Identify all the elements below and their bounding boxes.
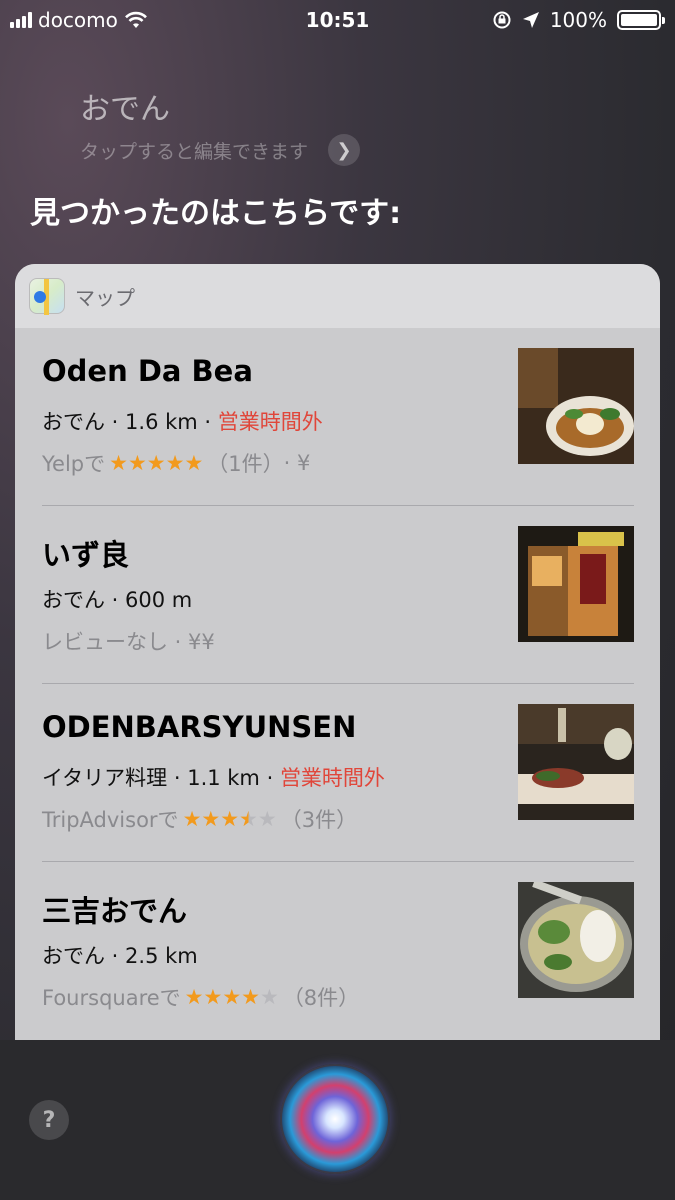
place-distance: 2.5 km — [125, 944, 198, 968]
review-count: （8件） — [282, 986, 360, 1010]
rating-stars: ★★★★★ — [109, 451, 203, 475]
star-icon: ★ — [146, 451, 166, 475]
battery-icon — [617, 10, 665, 30]
review-source: Yelpで — [42, 452, 106, 476]
place-category: おでん — [42, 944, 105, 968]
place-review: Foursquareで ★★★★★ （8件） — [42, 982, 359, 1012]
review-count: （1件） — [207, 452, 284, 476]
place-info: おでん · 1.6 km · 営業時間外 — [42, 410, 323, 434]
star-icon: ★ — [201, 807, 221, 831]
maps-app-icon — [29, 278, 65, 315]
card-header[interactable]: マップ — [15, 264, 660, 328]
star-icon: ★ — [257, 807, 277, 831]
status-bar: docomo 10:51 100% — [0, 0, 675, 40]
place-status: 営業時間外 — [217, 410, 323, 434]
star-icon: ★ — [222, 985, 242, 1009]
help-button[interactable]: ? — [29, 1100, 69, 1140]
status-right: 100% — [492, 8, 665, 32]
price-level: · ¥ — [283, 451, 311, 475]
review-text: レビューなし · ¥¥ — [42, 630, 215, 654]
star-icon: ★ — [127, 451, 147, 475]
siri-query[interactable]: おでん — [80, 84, 170, 128]
review-source: TripAdvisorで — [42, 808, 179, 832]
place-name: 三吉おでん — [42, 894, 188, 928]
place-photo — [518, 704, 634, 820]
place-result[interactable]: いず良 おでん · 600 m レビューなし · ¥¥ — [42, 506, 634, 684]
review-source: Foursquareで — [42, 986, 181, 1010]
rating-stars: ★★★★★ — [183, 807, 277, 831]
place-photo — [518, 348, 634, 464]
maps-results-card: マップ Oden Da Bea おでん · 1.6 km · 営業時間外 Yel… — [15, 264, 660, 1054]
edit-hint: タップすると編集できます — [80, 140, 309, 163]
star-icon: ★ — [165, 451, 185, 475]
star-icon: ★ — [241, 985, 260, 1009]
place-distance: 1.6 km — [125, 410, 198, 434]
place-category: おでん — [42, 410, 105, 434]
battery-percent: 100% — [549, 8, 607, 32]
place-result[interactable]: 三吉おでん おでん · 2.5 km Foursquareで ★★★★★ （8件… — [42, 862, 634, 1040]
card-app-name: マップ — [75, 285, 135, 310]
edit-hint-row[interactable]: タップすると編集できます ❯ — [80, 134, 361, 166]
place-review: Yelpで ★★★★★ （1件） · ¥ — [42, 448, 310, 478]
place-result[interactable]: ODENBARSYUNSEN イタリア料理 · 1.1 km · 営業時間外 T… — [42, 684, 634, 862]
place-info: イタリア料理 · 1.1 km · 営業時間外 — [42, 766, 385, 790]
star-icon: ★ — [182, 807, 202, 831]
star-icon: ★ — [184, 451, 204, 475]
place-review: レビューなし · ¥¥ — [42, 626, 215, 656]
star-icon: ★ — [203, 985, 223, 1009]
chevron-right-icon[interactable]: ❯ — [328, 134, 361, 166]
star-icon: ★ — [109, 451, 128, 475]
place-name: ODENBARSYUNSEN — [42, 710, 357, 744]
place-category: おでん — [42, 588, 105, 612]
review-count: （3件） — [280, 808, 358, 832]
rating-stars: ★★★★★ — [185, 985, 279, 1009]
star-icon: ★ — [259, 985, 279, 1009]
location-arrow-icon — [522, 12, 539, 28]
place-distance: 600 m — [125, 588, 193, 612]
place-info: おでん · 600 m — [42, 588, 193, 612]
place-name: Oden Da Bea — [42, 354, 253, 388]
place-result[interactable]: Oden Da Bea おでん · 1.6 km · 営業時間外 Yelpで ★… — [42, 328, 634, 506]
rotation-lock-icon — [493, 11, 511, 29]
place-category: イタリア料理 — [42, 766, 168, 790]
place-status: 営業時間外 — [279, 766, 385, 790]
place-name: いず良 — [42, 538, 130, 572]
place-review: TripAdvisorで ★★★★★ （3件） — [42, 804, 357, 834]
place-distance: 1.1 km — [187, 766, 260, 790]
siri-orb-icon[interactable] — [280, 1064, 390, 1174]
results-heading: 見つかったのはこちらです: — [30, 196, 402, 231]
star-icon: ★ — [239, 807, 258, 831]
place-photo — [518, 526, 634, 642]
place-info: おでん · 2.5 km — [42, 944, 198, 968]
star-icon: ★ — [220, 807, 240, 831]
place-photo — [518, 882, 634, 998]
star-icon: ★ — [184, 985, 204, 1009]
